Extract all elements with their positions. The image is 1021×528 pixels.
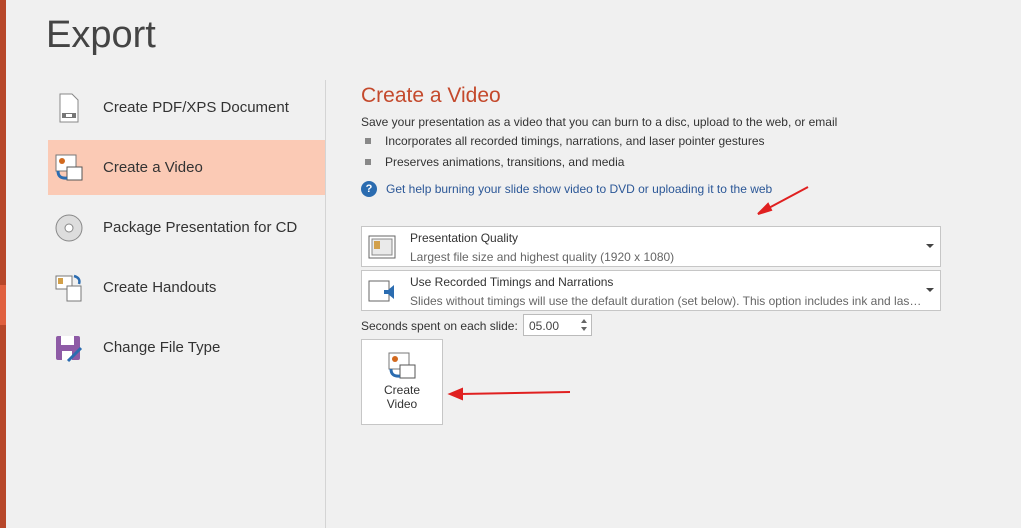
chevron-down-icon bbox=[926, 288, 934, 292]
nav-package-cd[interactable]: Package Presentation for CD bbox=[48, 200, 325, 255]
seconds-label: Seconds spent on each slide: bbox=[361, 319, 518, 333]
nav-label: Create a Video bbox=[103, 159, 203, 176]
nav-create-handouts[interactable]: Create Handouts bbox=[48, 260, 325, 315]
divider bbox=[325, 80, 326, 528]
nav-create-pdf[interactable]: Create PDF/XPS Document bbox=[48, 80, 325, 135]
bullet-text: Incorporates all recorded timings, narra… bbox=[385, 134, 765, 148]
nav-label: Create PDF/XPS Document bbox=[103, 99, 289, 116]
page-title: Export bbox=[46, 14, 156, 56]
help-link-text[interactable]: Get help burning your slide show video t… bbox=[386, 182, 772, 196]
nav-label: Change File Type bbox=[103, 339, 221, 356]
bullet-item: Preserves animations, transitions, and m… bbox=[365, 155, 624, 169]
quality-title: Presentation Quality bbox=[410, 231, 519, 245]
section-title: Create a Video bbox=[361, 84, 501, 107]
create-video-label: Create bbox=[383, 383, 421, 397]
pdf-document-icon bbox=[54, 93, 84, 123]
spin-up-icon[interactable] bbox=[581, 319, 587, 323]
nav-label: Package Presentation for CD bbox=[103, 219, 298, 236]
narration-icon bbox=[368, 278, 396, 304]
nav-change-file-type[interactable]: Change File Type bbox=[48, 320, 325, 375]
save-file-icon bbox=[54, 333, 84, 363]
handouts-icon bbox=[54, 273, 84, 303]
presentation-quality-icon bbox=[368, 234, 396, 260]
help-link[interactable]: ? Get help burning your slide show video … bbox=[361, 181, 772, 197]
quality-subtitle: Largest file size and highest quality (1… bbox=[410, 250, 675, 264]
video-icon bbox=[54, 153, 84, 183]
section-description: Save your presentation as a video that y… bbox=[361, 115, 838, 129]
nav-label: Create Handouts bbox=[103, 279, 217, 296]
nav-create-video[interactable]: Create a Video bbox=[48, 140, 325, 195]
bullet-text: Preserves animations, transitions, and m… bbox=[385, 155, 625, 169]
cd-icon bbox=[54, 213, 84, 243]
video-icon bbox=[387, 351, 417, 381]
seconds-spinner[interactable]: 05.00 bbox=[523, 314, 592, 336]
timings-dropdown[interactable]: Use Recorded Timings and Narrations Slid… bbox=[361, 270, 941, 311]
back-button-highlight[interactable] bbox=[0, 285, 6, 325]
annotation-arrow bbox=[447, 387, 571, 401]
seconds-value[interactable]: 05.00 bbox=[529, 319, 559, 333]
quality-dropdown[interactable]: Presentation Quality Largest file size a… bbox=[361, 226, 941, 267]
help-icon: ? bbox=[361, 181, 377, 197]
bullet-item: Incorporates all recorded timings, narra… bbox=[365, 134, 765, 148]
timings-subtitle: Slides without timings will use the defa… bbox=[410, 294, 925, 308]
create-video-label: Video bbox=[386, 397, 418, 411]
spin-down-icon[interactable] bbox=[581, 327, 587, 331]
create-video-button[interactable]: Create Video bbox=[361, 339, 443, 425]
bullet-icon bbox=[365, 159, 371, 165]
chevron-down-icon bbox=[926, 244, 934, 248]
timings-title: Use Recorded Timings and Narrations bbox=[410, 275, 614, 289]
bullet-icon bbox=[365, 138, 371, 144]
export-nav: Create PDF/XPS Document Create a Video P… bbox=[48, 80, 325, 380]
app-side-strip bbox=[0, 0, 6, 528]
